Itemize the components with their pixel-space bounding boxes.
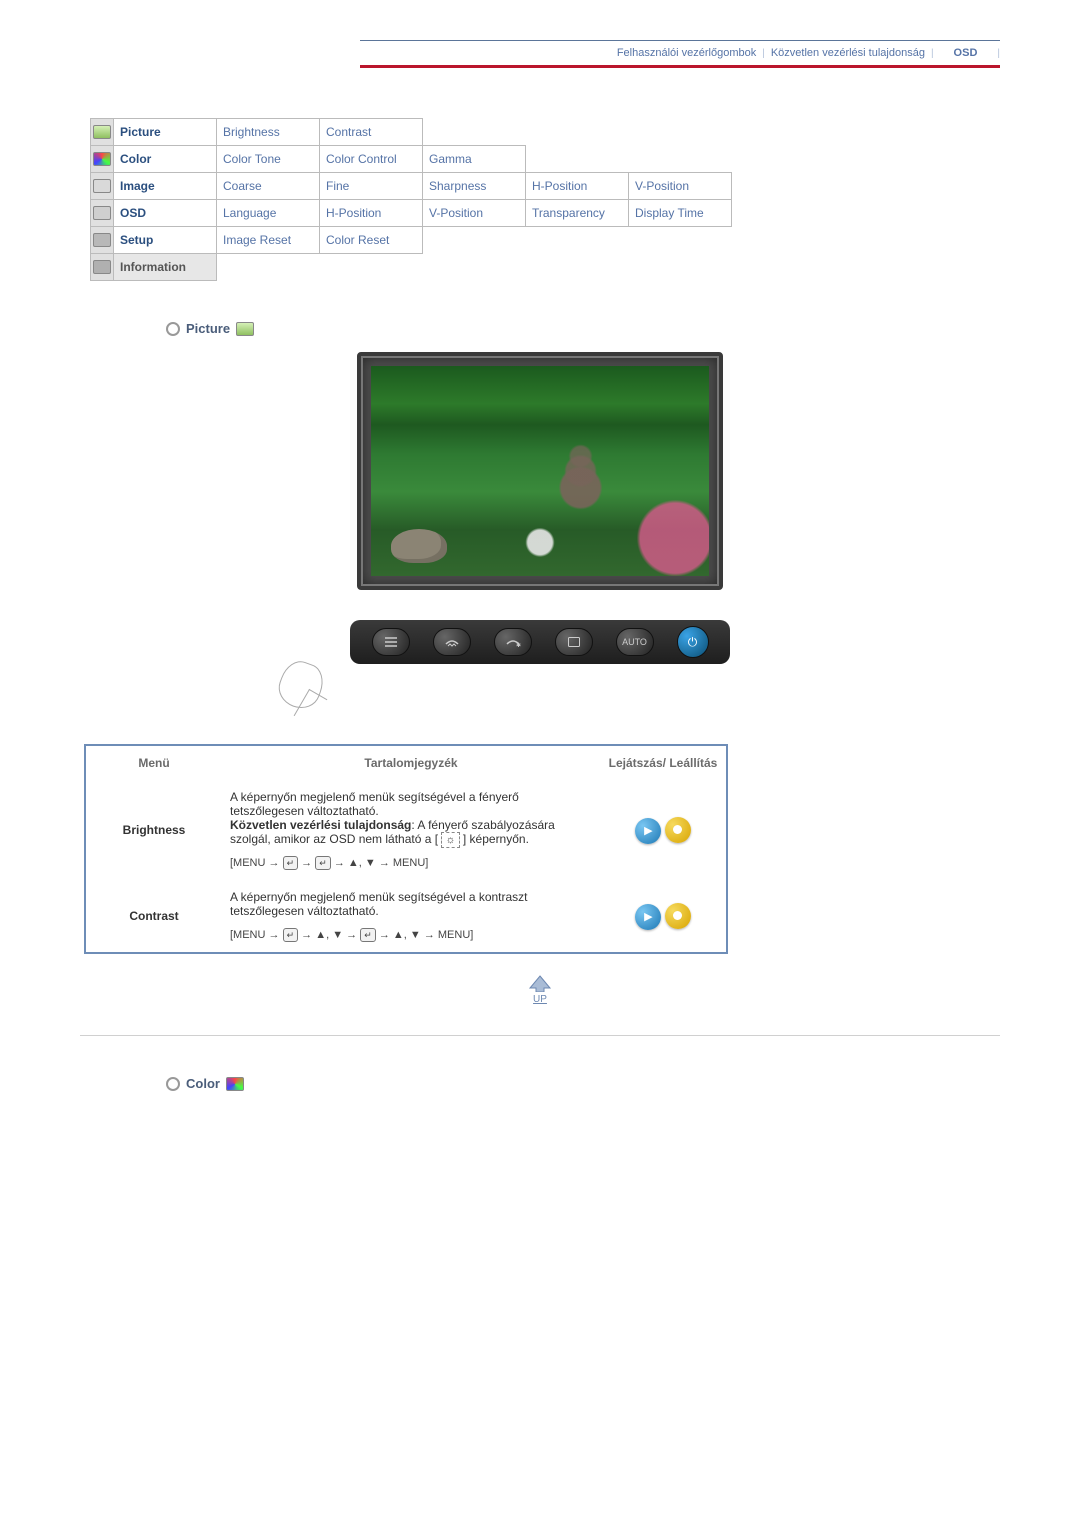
control-source-button[interactable] xyxy=(555,628,593,656)
row-icon-color xyxy=(91,146,114,173)
control-power-button[interactable]: ⏻ xyxy=(677,626,709,658)
row-icon-setup xyxy=(91,227,114,254)
stop-button[interactable] xyxy=(665,903,691,929)
col-play: Lejátszás/ Leállítás xyxy=(600,746,726,780)
grid-link-gamma[interactable]: Gamma xyxy=(423,146,526,173)
nav-sep: | xyxy=(762,48,765,59)
press-hand-icon xyxy=(280,662,340,714)
grid-link-colorreset[interactable]: Color Reset xyxy=(320,227,423,254)
play-button[interactable]: ▶ xyxy=(635,818,661,844)
grid-link-coarse[interactable]: Coarse xyxy=(217,173,320,200)
picture-description-table: Menü Tartalomjegyzék Lejátszás/ Leállítá… xyxy=(84,744,728,954)
row-icon-osd xyxy=(91,200,114,227)
grid-link-imagereset[interactable]: Image Reset xyxy=(217,227,320,254)
grid-link-hposition[interactable]: H-Position xyxy=(526,173,629,200)
grid-head-osd[interactable]: OSD xyxy=(114,200,217,227)
info-icon xyxy=(93,260,111,274)
grid-head-image[interactable]: Image xyxy=(114,173,217,200)
nav-link-user-controls[interactable]: Felhasználói vezérlőgombok xyxy=(617,47,756,59)
section-picture-head: Picture xyxy=(166,321,1000,336)
bullet-icon xyxy=(166,1077,180,1091)
row-menu-contrast: Contrast xyxy=(86,880,222,952)
image-icon xyxy=(93,179,111,193)
table-row: Brightness A képernyőn megjelenő menük s… xyxy=(86,780,726,880)
grid-head-setup[interactable]: Setup xyxy=(114,227,217,254)
color-icon xyxy=(93,152,111,166)
grid-link-displaytime[interactable]: Display Time xyxy=(629,200,732,227)
row-desc-contrast: A képernyőn megjelenő menük segítségével… xyxy=(222,880,600,952)
col-menu: Menü xyxy=(86,746,222,780)
top-nav: Felhasználói vezérlőgombok | Közvetlen v… xyxy=(360,40,1000,68)
nav-sep: | xyxy=(931,48,934,59)
nav-seq-brightness: [MENU → ↵ → ↵ → ▲, ▼ → MENU] xyxy=(230,856,592,870)
row-icon-image xyxy=(91,173,114,200)
col-desc: Tartalomjegyzék xyxy=(222,746,600,780)
osd-icon xyxy=(93,206,111,220)
enter-icon: ↵ xyxy=(360,928,376,942)
control-menu-button[interactable] xyxy=(372,628,410,656)
grid-head-color[interactable]: Color xyxy=(114,146,217,173)
nav-sep: | xyxy=(997,48,1000,59)
grid-link-language[interactable]: Language xyxy=(217,200,320,227)
monitor-preview-image xyxy=(371,366,709,576)
grid-link-brightness[interactable]: Brightness xyxy=(217,119,320,146)
section-picture-label: Picture xyxy=(186,321,230,336)
play-button[interactable]: ▶ xyxy=(635,904,661,930)
grid-link-vposition[interactable]: V-Position xyxy=(629,173,732,200)
color-icon xyxy=(226,1077,244,1091)
grid-link-transparency[interactable]: Transparency xyxy=(526,200,629,227)
enter-icon: ↵ xyxy=(315,856,331,870)
section-color-head: Color xyxy=(166,1076,1000,1091)
table-row: Contrast A képernyőn megjelenő menük seg… xyxy=(86,880,726,952)
row-icon-picture xyxy=(91,119,114,146)
grid-link-colorcontrol[interactable]: Color Control xyxy=(320,146,423,173)
setup-icon xyxy=(93,233,111,247)
grid-link-contrast[interactable]: Contrast xyxy=(320,119,423,146)
grid-link-osd-vpos[interactable]: V-Position xyxy=(423,200,526,227)
sun-icon: ☼ xyxy=(441,832,459,848)
row-desc-brightness: A képernyőn megjelenő menük segítségével… xyxy=(222,780,600,880)
control-auto-button[interactable]: AUTO xyxy=(616,628,654,656)
nav-link-osd[interactable]: OSD xyxy=(940,47,992,59)
up-button[interactable]: UP xyxy=(523,974,557,1005)
picture-icon xyxy=(93,125,111,139)
nav-seq-contrast: [MENU → ↵ → ▲, ▼ → ↵ → ▲, ▼ → MENU] xyxy=(230,928,592,942)
row-icon-info xyxy=(91,254,114,281)
grid-link-fine[interactable]: Fine xyxy=(320,173,423,200)
grid-head-picture[interactable]: Picture xyxy=(114,119,217,146)
monitor-control-bar: ✱ AUTO ⏻ xyxy=(350,620,730,664)
grid-link-osd-hpos[interactable]: H-Position xyxy=(320,200,423,227)
row-menu-brightness: Brightness xyxy=(86,780,222,880)
section-color-label: Color xyxy=(186,1076,220,1091)
svg-text:✱: ✱ xyxy=(516,642,521,648)
osd-menu-grid: Picture Brightness Contrast Color Color … xyxy=(90,118,732,281)
up-label: UP xyxy=(533,994,547,1005)
grid-head-information[interactable]: Information xyxy=(114,254,217,281)
monitor-preview xyxy=(357,352,723,590)
grid-link-sharpness[interactable]: Sharpness xyxy=(423,173,526,200)
stop-button[interactable] xyxy=(665,817,691,843)
enter-icon: ↵ xyxy=(283,856,299,870)
section-divider xyxy=(80,1035,1000,1036)
control-brightness-button[interactable] xyxy=(433,628,471,656)
grid-link-colortone[interactable]: Color Tone xyxy=(217,146,320,173)
enter-icon: ↵ xyxy=(283,928,299,942)
nav-link-direct[interactable]: Közvetlen vezérlési tulajdonság xyxy=(771,47,925,59)
control-adjust-button[interactable]: ✱ xyxy=(494,628,532,656)
picture-icon xyxy=(236,322,254,336)
bullet-icon xyxy=(166,322,180,336)
